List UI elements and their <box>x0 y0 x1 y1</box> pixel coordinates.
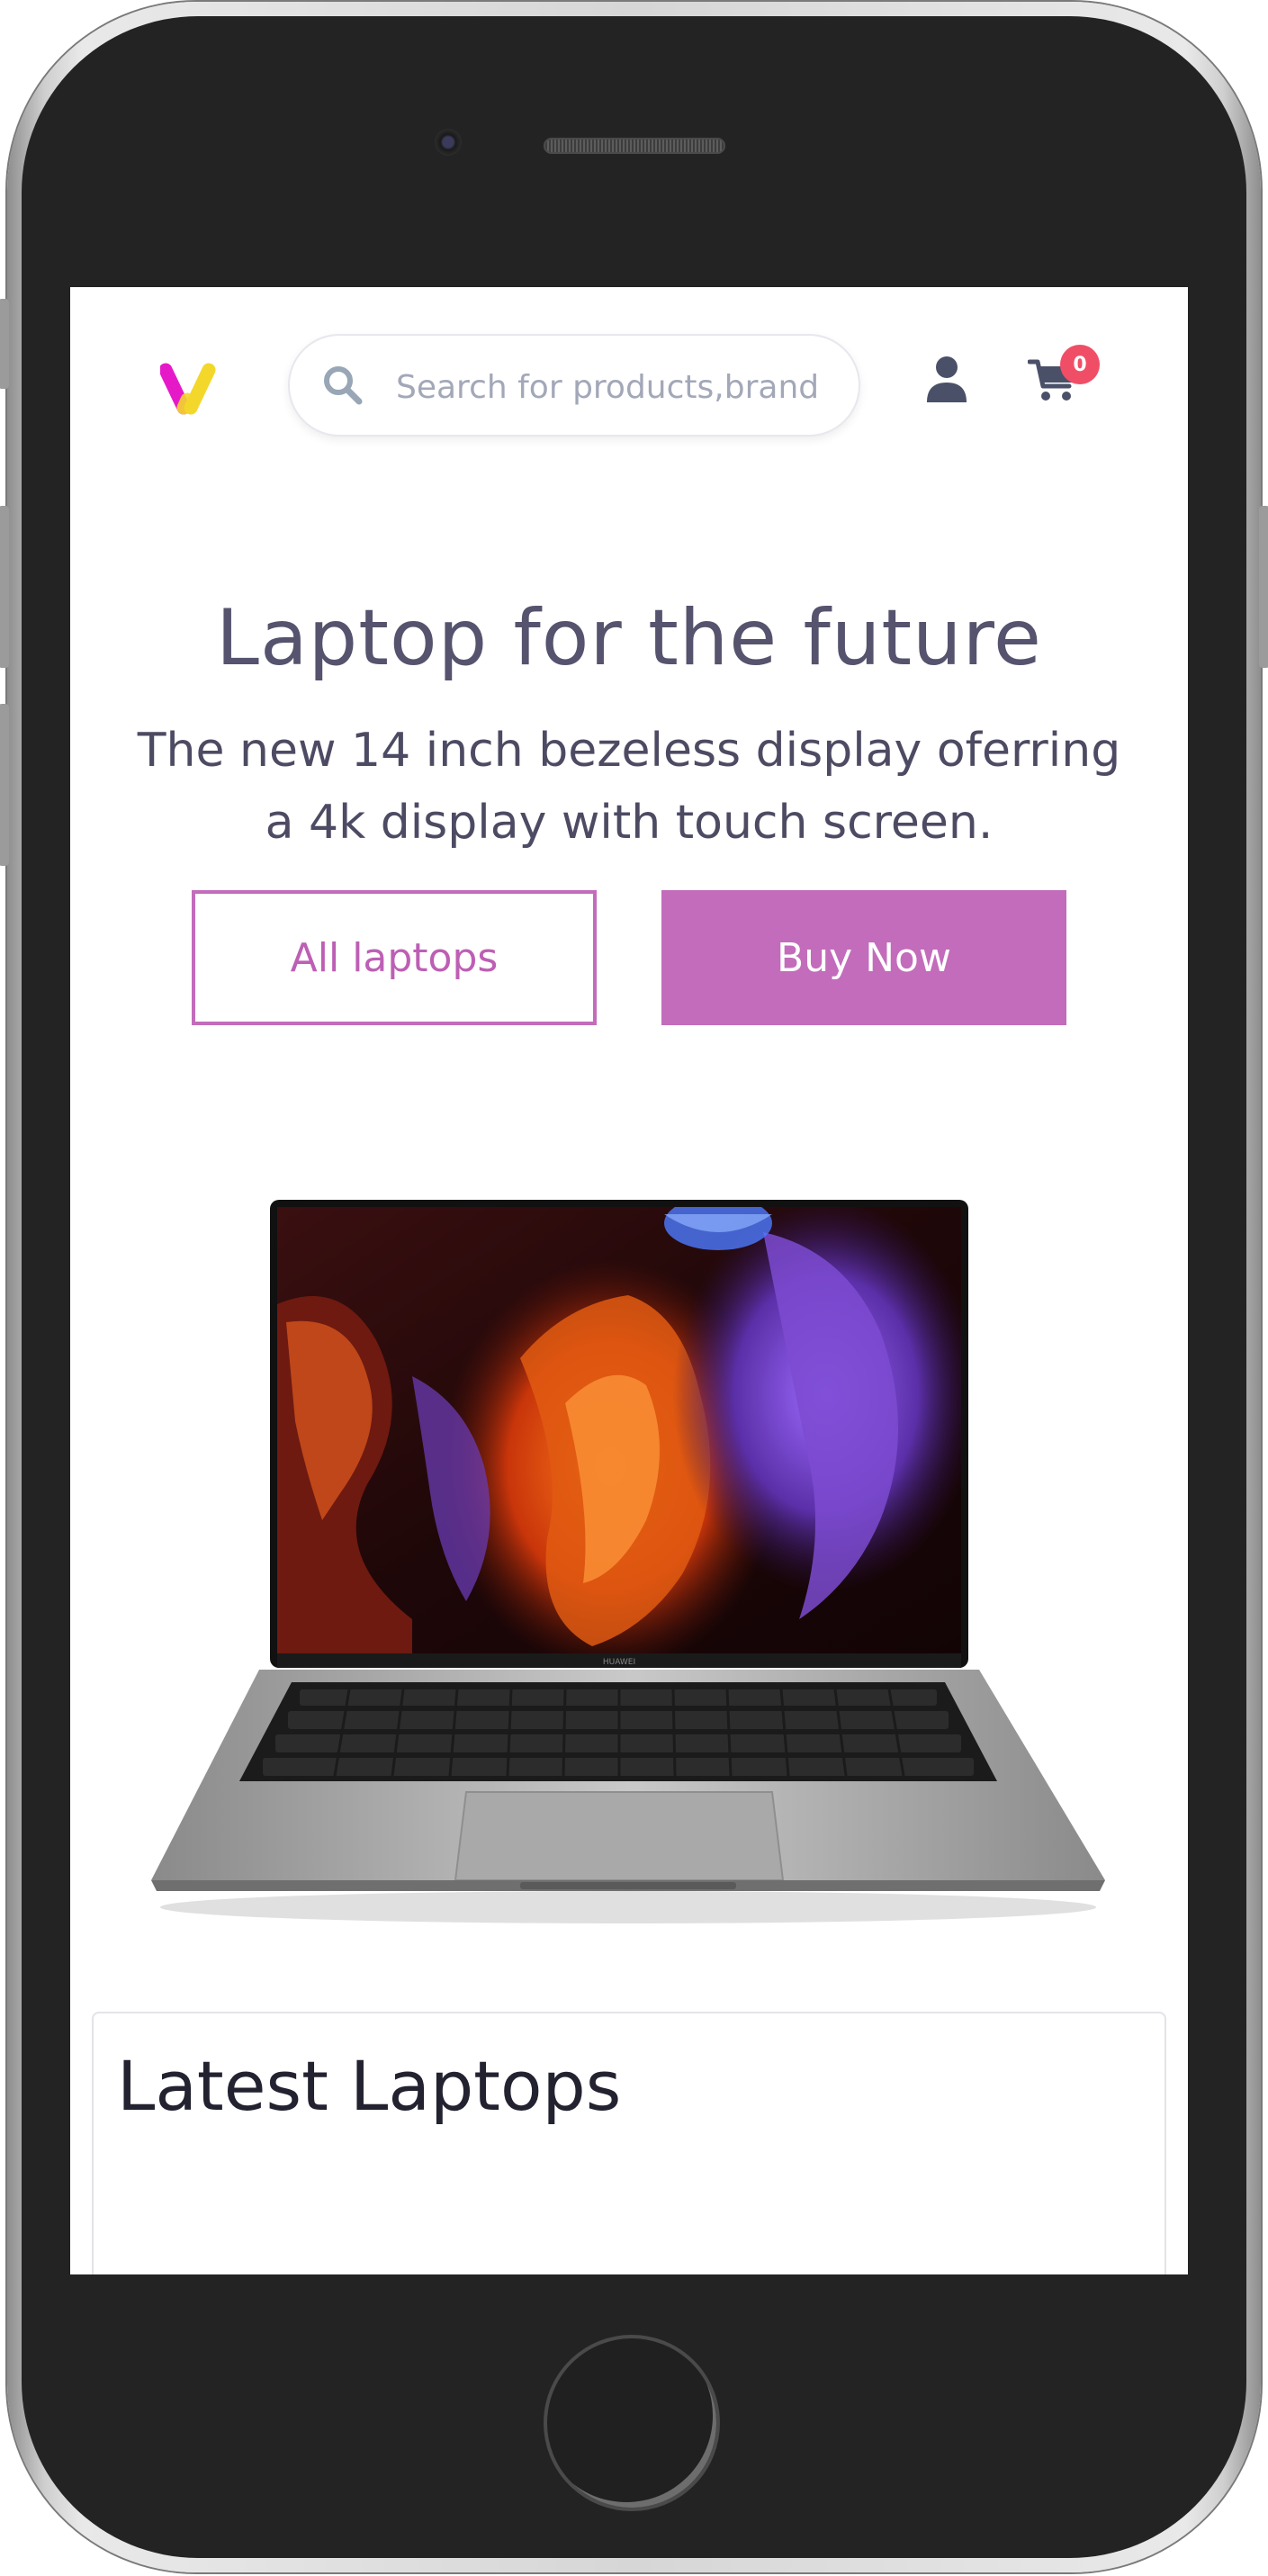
home-button[interactable] <box>544 2335 720 2511</box>
power-button <box>1259 506 1268 668</box>
section-title: Latest Laptops <box>117 2046 622 2126</box>
v-logo[interactable] <box>160 363 216 415</box>
hero-subtitle: The new 14 inch bezeless display oferrin… <box>137 724 1121 850</box>
front-camera <box>435 129 462 156</box>
search-input[interactable] <box>394 361 839 413</box>
search-icon[interactable] <box>320 363 365 408</box>
cart-count-badge: 0 <box>1060 345 1100 384</box>
buy-now-button[interactable]: Buy Now <box>661 890 1066 1025</box>
volume-down-button <box>0 704 9 866</box>
user-icon[interactable] <box>925 356 968 404</box>
laptop-image: HUAWEI <box>151 1200 1105 1923</box>
mute-switch <box>0 299 9 389</box>
laptop-brand-text: HUAWEI <box>603 1658 635 1667</box>
hero-title: Laptop for the future <box>216 593 1042 683</box>
all-laptops-button[interactable]: All laptops <box>192 890 597 1025</box>
latest-laptops-card: Latest Laptops <box>92 2012 1166 2274</box>
search-bar[interactable] <box>288 334 860 437</box>
volume-up-button <box>0 506 9 668</box>
app-screen: 0 Laptop for the future The new 14 inch … <box>70 287 1188 2274</box>
earpiece-speaker <box>544 138 725 154</box>
